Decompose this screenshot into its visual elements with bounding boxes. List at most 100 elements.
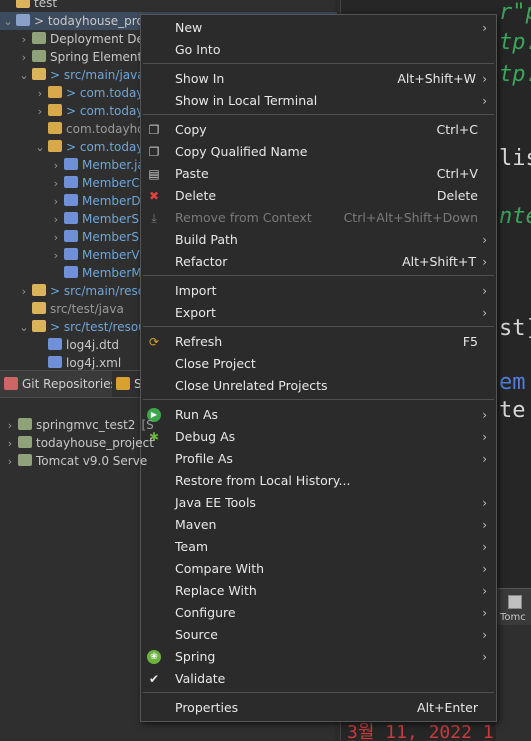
- menu-item-label: Build Path: [175, 232, 238, 247]
- tree-item-label: > com.today: [66, 104, 144, 118]
- tree-item-label: > com.today: [66, 86, 144, 100]
- expand-toggle-icon[interactable]: ⌄: [18, 319, 30, 337]
- menu-item-delete[interactable]: ✖ Delete Delete: [141, 185, 496, 207]
- menu-item-go-into[interactable]: Go Into: [141, 39, 496, 61]
- expand-toggle-icon[interactable]: ⌄: [34, 139, 46, 157]
- code-line: tp.: [499, 30, 531, 55]
- tree-item-label: Deployment De: [50, 32, 144, 46]
- paste-icon: ▤: [148, 167, 160, 181]
- expand-toggle-icon[interactable]: ›: [4, 417, 16, 435]
- pkg-icon: [48, 86, 62, 98]
- menu-item-label: Refresh: [175, 334, 223, 349]
- menu-item-refresh[interactable]: ⟳ Refresh F5: [141, 331, 496, 353]
- server-item[interactable]: › springmvc_test2 [S: [0, 416, 154, 434]
- tab-servers[interactable]: S: [112, 371, 142, 397]
- menu-item-label: Export: [175, 305, 216, 320]
- tab-label: Git Repositories: [22, 377, 117, 391]
- menu-item-import[interactable]: Import ›: [141, 280, 496, 302]
- folder-icon: [32, 68, 46, 80]
- expand-toggle-icon[interactable]: ›: [18, 31, 30, 49]
- menu-separator: [143, 326, 494, 327]
- menu-item-run-as[interactable]: ▶ Run As ›: [141, 404, 496, 426]
- console-tab-label: Tomc: [500, 612, 526, 623]
- menu-item-label: Show in Local Terminal: [175, 93, 318, 108]
- menu-item-replace-with[interactable]: Replace With ›: [141, 580, 496, 602]
- menu-item-show-in-local-terminal[interactable]: Show in Local Terminal ›: [141, 90, 496, 112]
- menu-item-close-project[interactable]: Close Project: [141, 353, 496, 375]
- menu-item-configure[interactable]: Configure ›: [141, 602, 496, 624]
- menu-item-properties[interactable]: Properties Alt+Enter: [141, 697, 496, 719]
- copy-icon: ❐: [148, 123, 160, 137]
- menu-item-source[interactable]: Source ›: [141, 624, 496, 646]
- expand-toggle-icon[interactable]: ›: [18, 283, 30, 301]
- menu-item-label: Profile As: [175, 451, 233, 466]
- menu-item-refactor[interactable]: Refactor Alt+Shift+T ›: [141, 251, 496, 273]
- submenu-arrow-icon: ›: [482, 606, 487, 620]
- submenu-arrow-icon: ›: [482, 233, 487, 247]
- menu-item-label: Go Into: [175, 42, 221, 57]
- submenu-arrow-icon: ›: [482, 408, 487, 422]
- menu-item-label: Validate: [175, 671, 226, 686]
- menu-shortcut: F5: [462, 334, 478, 349]
- console-view: Tomc: [496, 588, 531, 741]
- expand-toggle-icon[interactable]: ›: [50, 211, 62, 229]
- tree-item[interactable]: test: [0, 0, 337, 12]
- menu-item-maven[interactable]: Maven ›: [141, 514, 496, 536]
- menu-item-debug-as[interactable]: ✱ Debug As ›: [141, 426, 496, 448]
- menu-item-team[interactable]: Team ›: [141, 536, 496, 558]
- menu-item-close-unrelated-projects[interactable]: Close Unrelated Projects: [141, 375, 496, 397]
- menu-item-copy-qualified-name[interactable]: ❐ Copy Qualified Name: [141, 141, 496, 163]
- expand-toggle-icon[interactable]: ›: [50, 193, 62, 211]
- tree-item-label: test: [34, 0, 58, 10]
- expand-toggle-icon[interactable]: ›: [4, 453, 16, 471]
- menu-item-export[interactable]: Export ›: [141, 302, 496, 324]
- expand-toggle-icon[interactable]: ⌄: [2, 13, 14, 31]
- proj-icon: [16, 14, 30, 26]
- expand-toggle-icon[interactable]: ›: [34, 85, 46, 103]
- menu-item-label: Spring: [175, 649, 216, 664]
- menu-item-show-in[interactable]: Show In Alt+Shift+W ›: [141, 68, 496, 90]
- tree-item-label: src/test/java: [50, 302, 124, 316]
- console-tab[interactable]: Tomc: [496, 589, 531, 625]
- server-label: todayhouse_project: [36, 436, 154, 450]
- menu-item-label: Remove from Context: [175, 210, 312, 225]
- folder-icon: [32, 320, 46, 332]
- expand-toggle-icon[interactable]: ›: [50, 247, 62, 265]
- menu-item-copy[interactable]: ❐ Copy Ctrl+C: [141, 119, 496, 141]
- pkg-icon: [48, 104, 62, 116]
- code-line: te: [499, 398, 526, 423]
- tree-item-label: log4j.xml: [66, 356, 122, 370]
- menu-item-validate[interactable]: ✔ Validate: [141, 668, 496, 690]
- menu-item-label: New: [175, 20, 203, 35]
- menu-item-paste[interactable]: ▤ Paste Ctrl+V: [141, 163, 496, 185]
- menu-item-label: Import: [175, 283, 217, 298]
- menu-item-build-path[interactable]: Build Path ›: [141, 229, 496, 251]
- menu-shortcut: Delete: [436, 188, 478, 203]
- code-line: st]: [499, 316, 531, 341]
- menu-item-spring[interactable]: ❀ Spring ›: [141, 646, 496, 668]
- pkg-icon: [48, 122, 62, 134]
- menu-item-java-ee-tools[interactable]: Java EE Tools ›: [141, 492, 496, 514]
- menu-item-label: Close Project: [175, 356, 256, 371]
- code-line: r"pi:"http: [499, 0, 531, 25]
- menu-item-label: Restore from Local History...: [175, 473, 351, 488]
- expand-toggle-icon[interactable]: ›: [50, 175, 62, 193]
- menu-item-compare-with[interactable]: Compare With ›: [141, 558, 496, 580]
- expand-toggle-icon[interactable]: ›: [18, 49, 30, 67]
- expand-toggle-icon[interactable]: ›: [4, 435, 16, 453]
- menu-item-profile-as[interactable]: Profile As ›: [141, 448, 496, 470]
- server-item[interactable]: › Tomcat v9.0 Serve: [0, 452, 147, 470]
- code-line: em: [499, 370, 526, 395]
- expand-toggle-icon[interactable]: ›: [50, 157, 62, 175]
- submenu-arrow-icon: ›: [482, 540, 487, 554]
- menu-item-new[interactable]: New ›: [141, 17, 496, 39]
- expand-toggle-icon[interactable]: ⌄: [18, 67, 30, 85]
- expand-toggle-icon[interactable]: ›: [34, 103, 46, 121]
- tree-item-label: Spring Elements: [50, 50, 149, 64]
- server-item[interactable]: › todayhouse_project: [0, 434, 154, 452]
- tab-git-repositories[interactable]: Git Repositories: [0, 371, 117, 397]
- expand-toggle-icon[interactable]: ›: [50, 229, 62, 247]
- menu-item-restore-from-local-history[interactable]: Restore from Local History...: [141, 470, 496, 492]
- menu-item-label: Configure: [175, 605, 236, 620]
- java-icon: [64, 158, 78, 170]
